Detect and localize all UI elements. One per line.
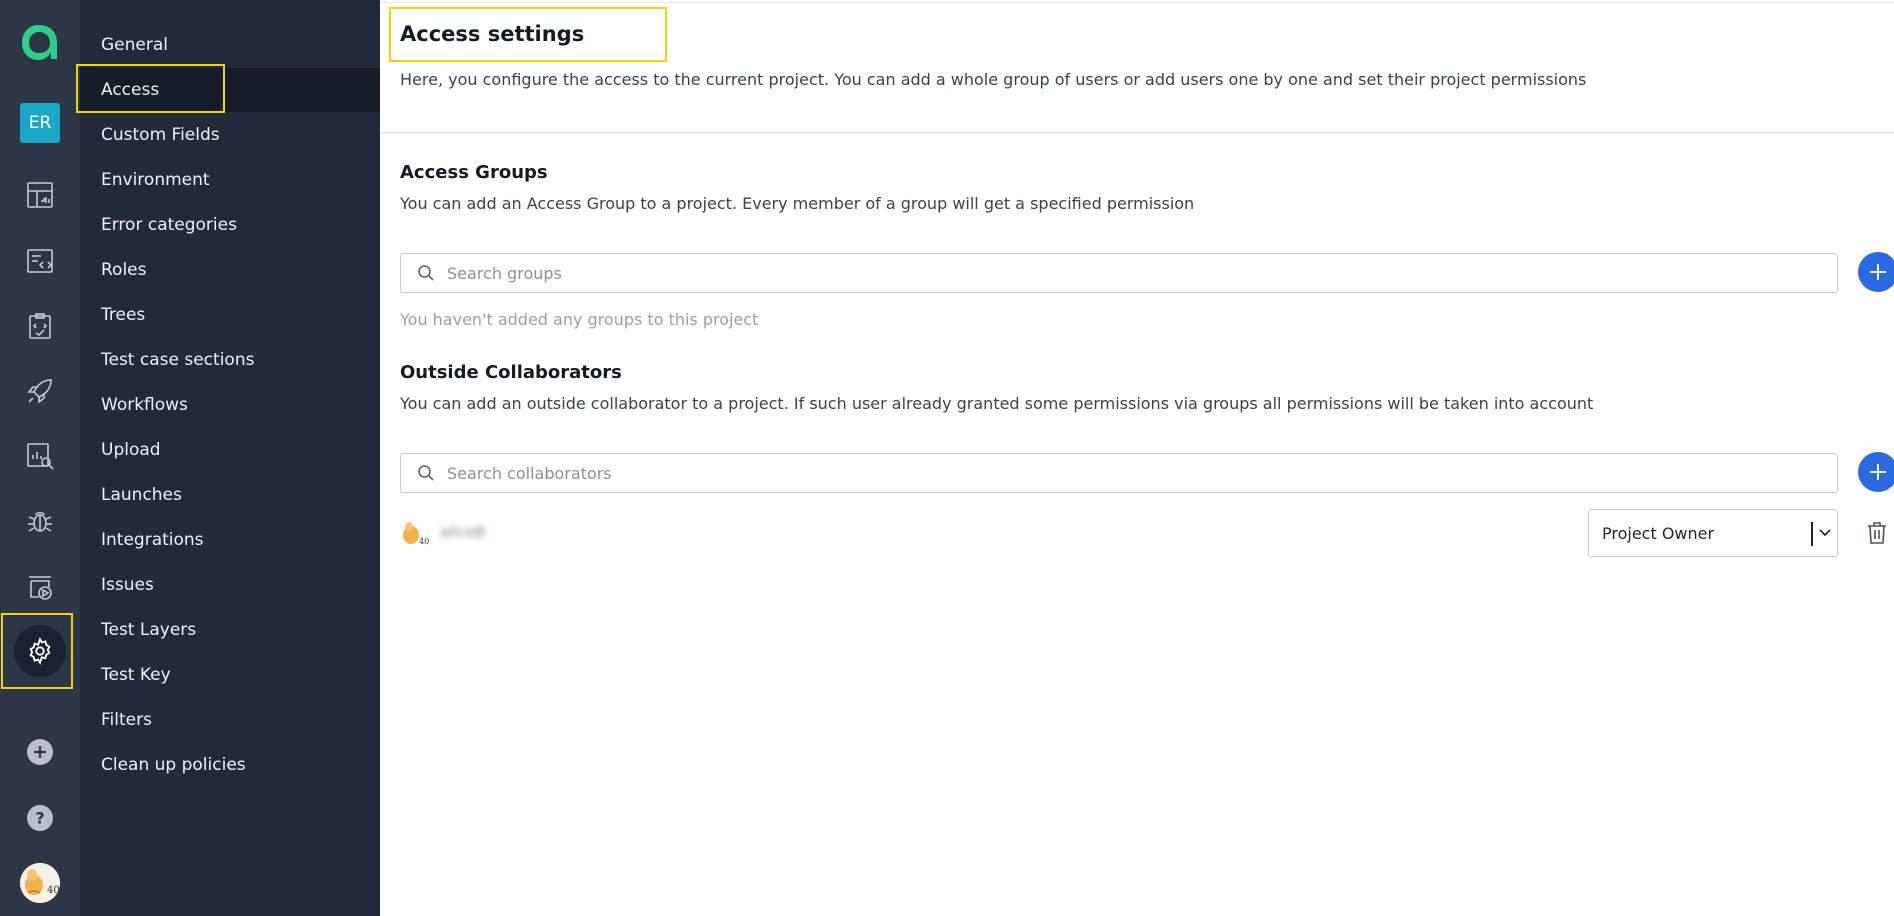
app-logo-icon[interactable] <box>18 22 60 64</box>
nav-item-filters[interactable]: Filters <box>80 698 380 742</box>
search-icon <box>418 265 434 281</box>
nav-item-roles[interactable]: Roles <box>80 248 380 292</box>
nav-item-test-layers[interactable]: Test Layers <box>80 608 380 652</box>
role-cursor <box>1811 522 1813 546</box>
plus-icon <box>1870 264 1886 280</box>
groups-empty-note: You haven't added any groups to this pro… <box>400 310 759 329</box>
test-cases-icon[interactable] <box>24 245 56 277</box>
chevron-down-icon[interactable] <box>1818 526 1832 540</box>
project-badge[interactable]: ER <box>20 103 60 143</box>
dashboard-icon[interactable] <box>24 179 56 211</box>
nav-item-workflows[interactable]: Workflows <box>80 383 380 427</box>
collaborators-title: Outside Collaborators <box>400 362 622 383</box>
search-collaborators-field[interactable] <box>400 453 1838 493</box>
defects-icon[interactable] <box>24 505 56 537</box>
role-value: Project Owner <box>1602 524 1715 543</box>
search-icon <box>418 465 434 481</box>
role-select[interactable]: Project Owner <box>1588 509 1838 557</box>
search-groups-field[interactable] <box>400 253 1838 293</box>
jobs-icon[interactable] <box>24 570 56 602</box>
nav-item-custom-fields[interactable]: Custom Fields <box>80 113 380 157</box>
test-plans-icon[interactable] <box>24 310 56 342</box>
app-rail: ER ? 40 <box>0 0 80 916</box>
svg-text:40: 40 <box>47 885 60 896</box>
header-divider <box>380 132 1894 133</box>
svg-text:?: ? <box>35 809 44 828</box>
nav-item-error-categories[interactable]: Error categories <box>80 203 380 247</box>
nav-item-clean-up-policies[interactable]: Clean up policies <box>80 743 380 787</box>
access-groups-description: You can add an Access Group to a project… <box>400 194 1195 213</box>
trash-icon[interactable] <box>1866 521 1888 545</box>
search-groups-input[interactable] <box>445 262 1749 284</box>
main-content: Access settings Here, you configure the … <box>380 0 1894 916</box>
collaborator-name: aliceB <box>440 523 486 541</box>
top-border <box>380 2 1894 3</box>
analytics-icon[interactable] <box>24 440 56 472</box>
nav-item-trees[interactable]: Trees <box>80 293 380 337</box>
settings-icon[interactable] <box>14 625 66 677</box>
add-collaborator-button[interactable] <box>1858 452 1894 492</box>
nav-item-general[interactable]: General <box>80 23 380 67</box>
search-collaborators-input[interactable] <box>445 462 1749 484</box>
nav-item-integrations[interactable]: Integrations <box>80 518 380 562</box>
page-description: Here, you configure the access to the cu… <box>400 70 1587 89</box>
page-title: Access settings <box>400 22 585 46</box>
nav-item-environment[interactable]: Environment <box>80 158 380 202</box>
add-group-button[interactable] <box>1858 252 1894 292</box>
collaborators-description: You can add an outside collaborator to a… <box>400 394 1594 413</box>
nav-item-test-case-sections[interactable]: Test case sections <box>80 338 380 382</box>
nav-item-issues[interactable]: Issues <box>80 563 380 607</box>
nav-item-launches[interactable]: Launches <box>80 473 380 517</box>
launches-icon[interactable] <box>24 375 56 407</box>
collaborator-row: 40 aliceB Project Owner <box>400 509 1894 559</box>
nav-item-access[interactable]: Access <box>80 68 380 112</box>
user-avatar[interactable]: 40 <box>20 863 60 903</box>
settings-nav: General Access Custom Fields Environment… <box>80 0 380 916</box>
add-project-icon[interactable] <box>24 736 56 768</box>
help-icon[interactable]: ? <box>24 802 56 834</box>
access-groups-title: Access Groups <box>400 162 548 183</box>
nav-item-test-key[interactable]: Test Key <box>80 653 380 697</box>
settings-highlight <box>1 613 73 689</box>
plus-icon <box>1870 464 1886 480</box>
svg-text:40: 40 <box>419 537 429 546</box>
collaborator-avatar: 40 <box>403 522 429 546</box>
nav-item-upload[interactable]: Upload <box>80 428 380 472</box>
